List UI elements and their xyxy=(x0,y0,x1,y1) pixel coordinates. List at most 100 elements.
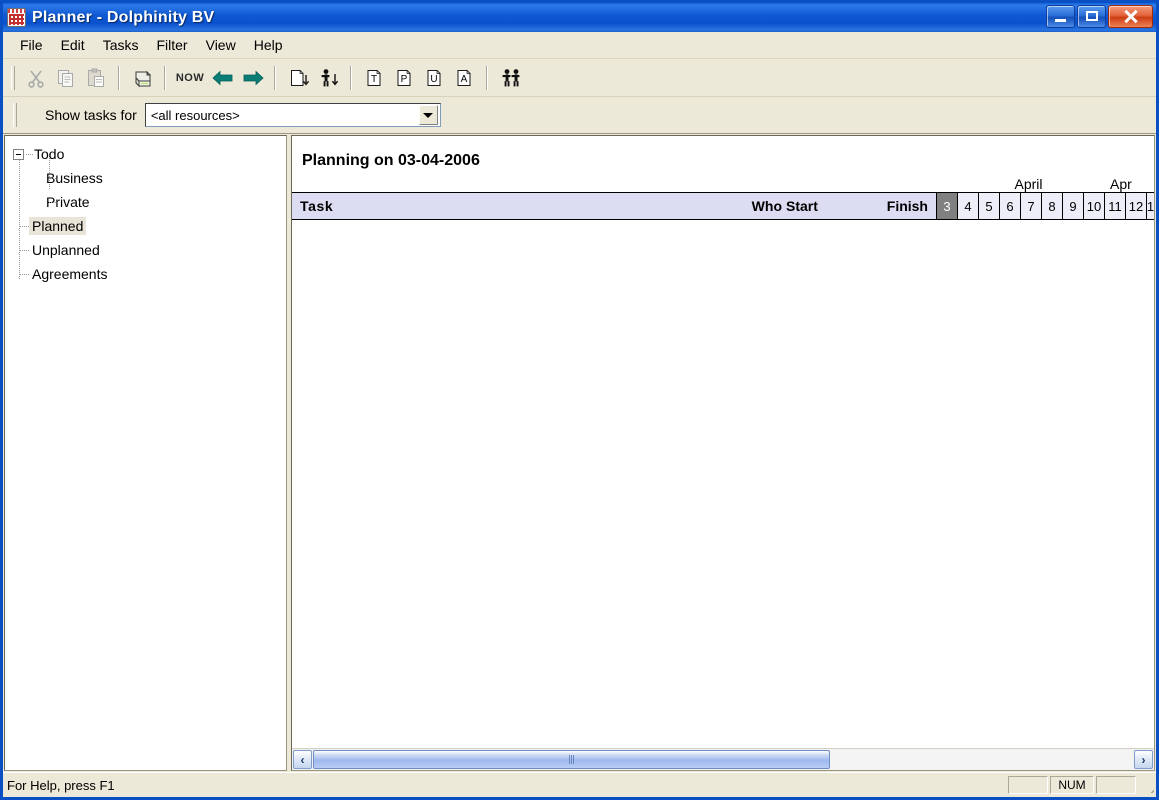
menu-item-edit[interactable]: Edit xyxy=(52,34,94,56)
menu-item-view[interactable]: View xyxy=(197,34,245,56)
sidebar-item-planned[interactable]: Planned xyxy=(5,214,286,238)
toolbar-separator xyxy=(274,66,276,90)
status-message: For Help, press F1 xyxy=(3,778,1008,793)
expander-icon[interactable] xyxy=(13,149,24,160)
column-header-who[interactable]: Who xyxy=(716,193,782,219)
menu-item-tasks[interactable]: Tasks xyxy=(94,34,148,56)
day-cell[interactable]: 12 xyxy=(1125,193,1146,219)
new-task-button[interactable] xyxy=(283,64,313,92)
menu-item-filter[interactable]: Filter xyxy=(147,34,196,56)
page-down-icon xyxy=(287,67,309,89)
paste-button[interactable] xyxy=(81,64,111,92)
day-cell[interactable]: 9 xyxy=(1062,193,1083,219)
window-title: Planner - Dolphinity BV xyxy=(32,9,214,27)
column-header-task[interactable]: Task xyxy=(292,193,716,219)
person-down-icon xyxy=(317,67,339,89)
tree-guide-line xyxy=(49,202,59,203)
minimize-button[interactable] xyxy=(1046,5,1075,28)
scrollbar-thumb[interactable] xyxy=(313,750,830,769)
page-u-icon: U xyxy=(423,67,445,89)
toolbar-separator xyxy=(350,66,352,90)
menu-item-help[interactable]: Help xyxy=(245,34,292,56)
page-t-icon: T xyxy=(363,67,385,89)
status-bar: For Help, press F1 NUM xyxy=(3,772,1156,797)
filterbar-grip[interactable] xyxy=(13,103,17,127)
day-cell-clipped[interactable]: 1 xyxy=(1146,193,1154,219)
sidebar-item-todo[interactable]: Todo xyxy=(5,142,286,166)
chevron-down-icon[interactable] xyxy=(419,105,438,125)
minimize-icon xyxy=(1055,19,1066,22)
category-tree: Todo Business Private Planned Unplanned xyxy=(4,135,287,771)
arrow-right-icon xyxy=(241,67,263,89)
status-pane-1 xyxy=(1008,776,1048,794)
sidebar-item-unplanned[interactable]: Unplanned xyxy=(5,238,286,262)
day-cell[interactable]: 8 xyxy=(1041,193,1062,219)
sidebar-item-agreements[interactable]: Agreements xyxy=(5,262,286,286)
todo-view-button[interactable]: T xyxy=(359,64,389,92)
sidebar-item-label: Agreements xyxy=(29,265,110,283)
assign-resource-button[interactable] xyxy=(313,64,343,92)
planning-panel: Planning on 03-04-2006 April Apr Task Wh… xyxy=(291,135,1155,771)
previous-button[interactable] xyxy=(207,64,237,92)
toolbar-separator xyxy=(164,66,166,90)
close-icon xyxy=(1109,6,1152,27)
arrow-left-icon xyxy=(211,67,233,89)
scroll-right-button[interactable]: › xyxy=(1134,750,1153,769)
day-cell[interactable]: 4 xyxy=(957,193,978,219)
print-button[interactable] xyxy=(127,64,157,92)
column-header-start[interactable]: Start xyxy=(782,193,848,219)
paste-icon xyxy=(85,67,107,89)
window-title-company: Dolphinity BV xyxy=(107,9,214,26)
sidebar-item-business[interactable]: Business xyxy=(5,166,286,190)
column-header-row: Task Who Start Finish 3 4 5 6 7 8 9 10 1… xyxy=(292,193,1154,220)
resources-button[interactable] xyxy=(495,64,525,92)
sidebar-item-private[interactable]: Private xyxy=(5,190,286,214)
content-area: Todo Business Private Planned Unplanned xyxy=(3,134,1156,772)
copy-button[interactable] xyxy=(51,64,81,92)
scrollbar-thumb-grip xyxy=(569,755,574,764)
window-controls xyxy=(1046,5,1153,28)
svg-text:U: U xyxy=(430,74,437,85)
toolbar-grip[interactable] xyxy=(11,66,15,90)
day-cell[interactable]: 7 xyxy=(1020,193,1041,219)
sidebar-item-label: Planned xyxy=(29,217,86,235)
window-title-separator: - xyxy=(92,9,107,26)
tree-guide-line xyxy=(49,178,59,179)
day-cell-today[interactable]: 3 xyxy=(936,193,957,219)
title-bar: Planner - Dolphinity BV xyxy=(3,3,1156,32)
sidebar-item-label: Todo xyxy=(31,145,67,163)
tree-guide-line xyxy=(20,250,30,251)
scissors-icon xyxy=(25,67,47,89)
resource-select[interactable]: <all resources> xyxy=(145,103,441,127)
cut-button[interactable] xyxy=(21,64,51,92)
menu-item-file[interactable]: File xyxy=(11,34,52,56)
status-pane-3 xyxy=(1096,776,1136,794)
day-cell[interactable]: 6 xyxy=(999,193,1020,219)
next-button[interactable] xyxy=(237,64,267,92)
svg-text:P: P xyxy=(401,74,408,85)
calendar-icon xyxy=(7,8,26,27)
tree-guide-line xyxy=(26,154,34,155)
month-strip: April Apr xyxy=(955,136,1154,195)
column-header-finish[interactable]: Finish xyxy=(848,193,936,219)
month-label: Apr xyxy=(1102,176,1154,192)
task-list-body[interactable] xyxy=(292,220,1154,748)
unplanned-view-button[interactable]: U xyxy=(419,64,449,92)
page-title: Planning on 03-04-2006 xyxy=(302,152,480,170)
planned-view-button[interactable]: P xyxy=(389,64,419,92)
day-cell[interactable]: 10 xyxy=(1083,193,1104,219)
day-cell[interactable]: 5 xyxy=(978,193,999,219)
scroll-left-button[interactable]: ‹ xyxy=(293,750,312,769)
agreements-view-button[interactable]: A xyxy=(449,64,479,92)
maximize-button[interactable] xyxy=(1077,5,1106,28)
planning-header: Planning on 03-04-2006 April Apr xyxy=(292,136,1154,193)
scrollbar-track[interactable] xyxy=(313,750,1133,769)
now-button[interactable]: NOW xyxy=(173,64,207,92)
two-people-icon xyxy=(499,67,521,89)
resource-select-value: <all resources> xyxy=(146,108,419,123)
filter-bar: Show tasks for <all resources> xyxy=(3,97,1156,134)
day-cell[interactable]: 11 xyxy=(1104,193,1125,219)
close-button[interactable] xyxy=(1108,5,1153,28)
resize-grip[interactable] xyxy=(1138,777,1154,793)
horizontal-scrollbar[interactable]: ‹ › xyxy=(292,748,1154,770)
